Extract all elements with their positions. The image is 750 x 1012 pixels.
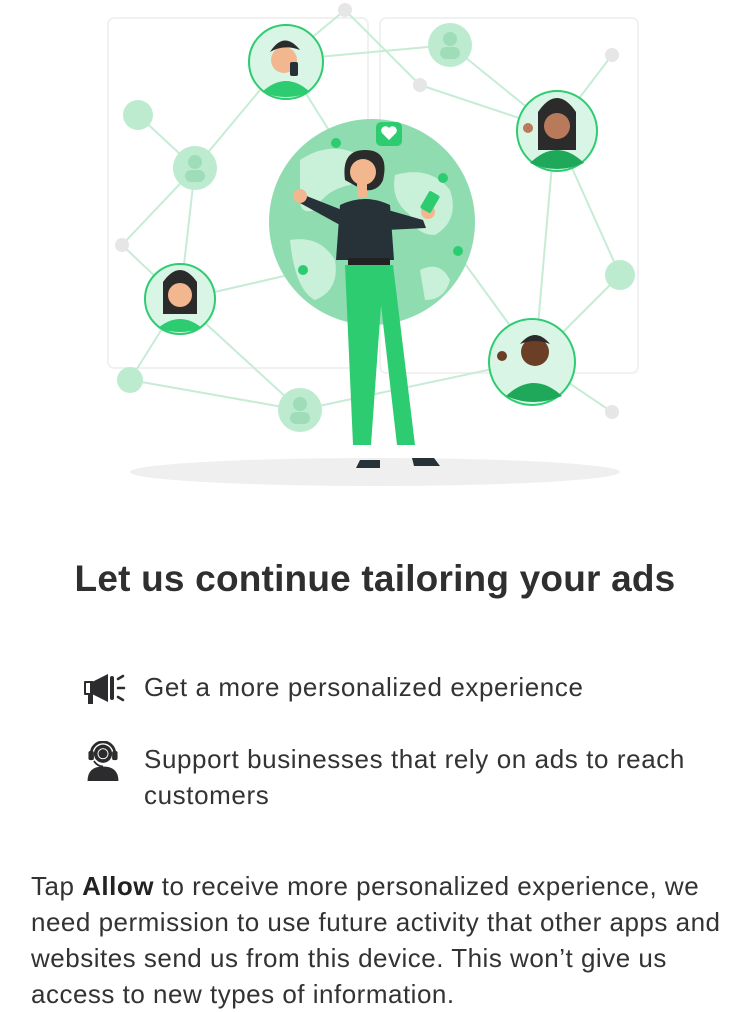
allow-emphasis: Allow <box>82 871 154 901</box>
permission-description: Tap Allow to receive more personalized e… <box>31 868 731 1012</box>
benefit-item-support-businesses: Support businesses that rely on ads to r… <box>80 741 700 813</box>
description-prefix: Tap <box>31 871 83 901</box>
benefit-item-personalized: Get a more personalized experience <box>80 669 700 709</box>
benefit-text: Get a more personalized experience <box>144 672 584 702</box>
network-people-illustration <box>107 3 639 486</box>
benefit-text: Support businesses that rely on ads to r… <box>144 744 685 810</box>
support-agent-icon <box>87 741 119 781</box>
megaphone-icon <box>84 674 126 704</box>
page-title: Let us continue tailoring your ads <box>74 558 676 599</box>
